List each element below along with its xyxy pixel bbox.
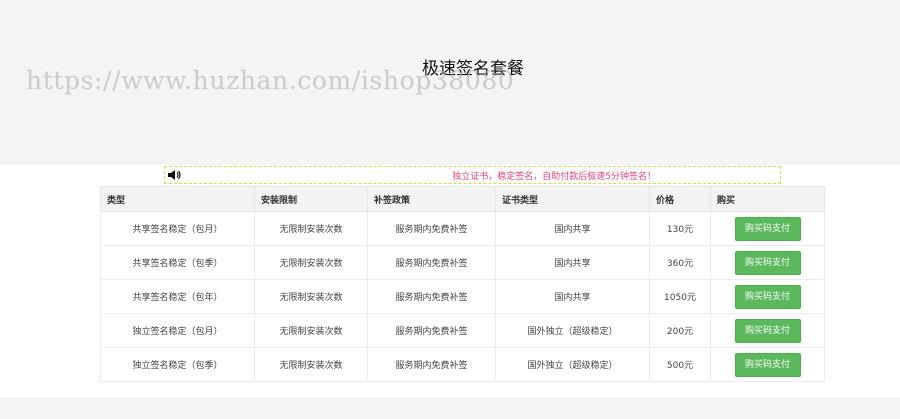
buy-code-pay-button[interactable]: 购买码支付	[734, 250, 801, 275]
plans-table-body: 共享签名稳定（包月） 无限制安装次数 服务期内免费补签 国内共享 130元 购买码支付 共享…	[100, 211, 825, 382]
notice-bar: 独立证书，稳定签名，自助付款后极速5分钟签名！	[164, 166, 781, 184]
cell-resign-policy: 服务期内免费补签	[367, 279, 496, 314]
buy-code-pay-button[interactable]: 购买码支付	[734, 216, 801, 241]
buy-code-pay-button[interactable]: 购买码支付	[734, 318, 801, 343]
page-title: 极速签名套餐	[422, 59, 524, 79]
table-row: 共享签名稳定（包月） 无限制安装次数 服务期内免费补签 国内共享 130元 购买码支付	[100, 211, 825, 246]
cell-resign-policy: 服务期内免费补签	[367, 245, 496, 280]
table-header-row: 类型 安装限制 补签政策 证书类型 价格 购买	[100, 186, 825, 212]
cell-type: 共享签名稳定（包年）	[100, 279, 255, 314]
header-cert-type: 证书类型	[495, 186, 650, 212]
speaker-icon	[168, 170, 181, 180]
bottom-strip	[0, 397, 900, 419]
cell-cert-type: 国外独立（超级稳定）	[495, 313, 650, 348]
cell-install-limit: 无限制安装次数	[254, 313, 368, 348]
cell-buy: 购买码支付	[710, 211, 825, 246]
cell-price: 360元	[649, 245, 711, 280]
notice-text: 独立证书，稳定签名，自助付款后极速5分钟签名！	[452, 172, 656, 182]
cell-buy: 购买码支付	[710, 245, 825, 280]
cell-price: 200元	[649, 313, 711, 348]
table-row: 独立签名稳定（包季） 无限制安装次数 服务期内免费补签 国外独立（超级稳定） 500元购…	[100, 347, 825, 382]
cell-type: 共享签名稳定（包季）	[100, 245, 255, 280]
cell-buy: 购买码支付	[710, 347, 825, 382]
cell-resign-policy: 服务期内免费补签	[367, 211, 496, 246]
cell-price: 130元	[649, 211, 711, 246]
table-row: 共享签名稳定（包季） 无限制安装次数 服务期内免费补签 国内共享 360元 购买码支付	[100, 245, 825, 280]
header-install-limit: 安装限制	[254, 186, 368, 212]
cell-type: 共享签名稳定（包月）	[100, 211, 255, 246]
cell-buy: 购买码支付	[710, 313, 825, 348]
header-resign-policy: 补签政策	[367, 186, 496, 212]
header-price: 价格	[649, 186, 711, 212]
header-type: 类型	[100, 186, 255, 212]
cell-cert-type: 国内共享	[495, 279, 650, 314]
cell-resign-policy: 服务期内免费补签	[367, 313, 496, 348]
cell-install-limit: 无限制安装次数	[254, 347, 368, 382]
cell-install-limit: 无限制安装次数	[254, 279, 368, 314]
cell-cert-type: 国外独立（超级稳定）	[495, 347, 650, 382]
buy-code-pay-button[interactable]: 购买码支付	[734, 352, 801, 377]
cell-install-limit: 无限制安装次数	[254, 245, 368, 280]
table-row: 共享签名稳定（包年） 无限制安装次数 服务期内免费补签 国内共享 1050元 购买码支付	[100, 279, 825, 314]
plans-table: 类型 安装限制 补签政策 证书类型 价格 购买 共享签名稳定（包月） 无限制安装次…	[100, 186, 825, 382]
cell-resign-policy: 服务期内免费补签	[367, 347, 496, 382]
hero-banner: 极速签名套餐 https://www.huzhan.com/ishop38080	[0, 0, 900, 165]
cell-price: 500元	[649, 347, 711, 382]
cell-cert-type: 国内共享	[495, 211, 650, 246]
cell-buy: 购买码支付	[710, 279, 825, 314]
cell-price: 1050元	[649, 279, 711, 314]
cell-cert-type: 国内共享	[495, 245, 650, 280]
buy-code-pay-button[interactable]: 购买码支付	[734, 284, 801, 309]
cell-type: 独立签名稳定（包季）	[100, 347, 255, 382]
cell-type: 独立签名稳定（包月）	[100, 313, 255, 348]
cell-install-limit: 无限制安装次数	[254, 211, 368, 246]
table-row: 独立签名稳定（包月） 无限制安装次数 服务期内免费补签 国外独立（超级稳定） 200元购…	[100, 313, 825, 348]
header-buy: 购买	[710, 186, 825, 212]
